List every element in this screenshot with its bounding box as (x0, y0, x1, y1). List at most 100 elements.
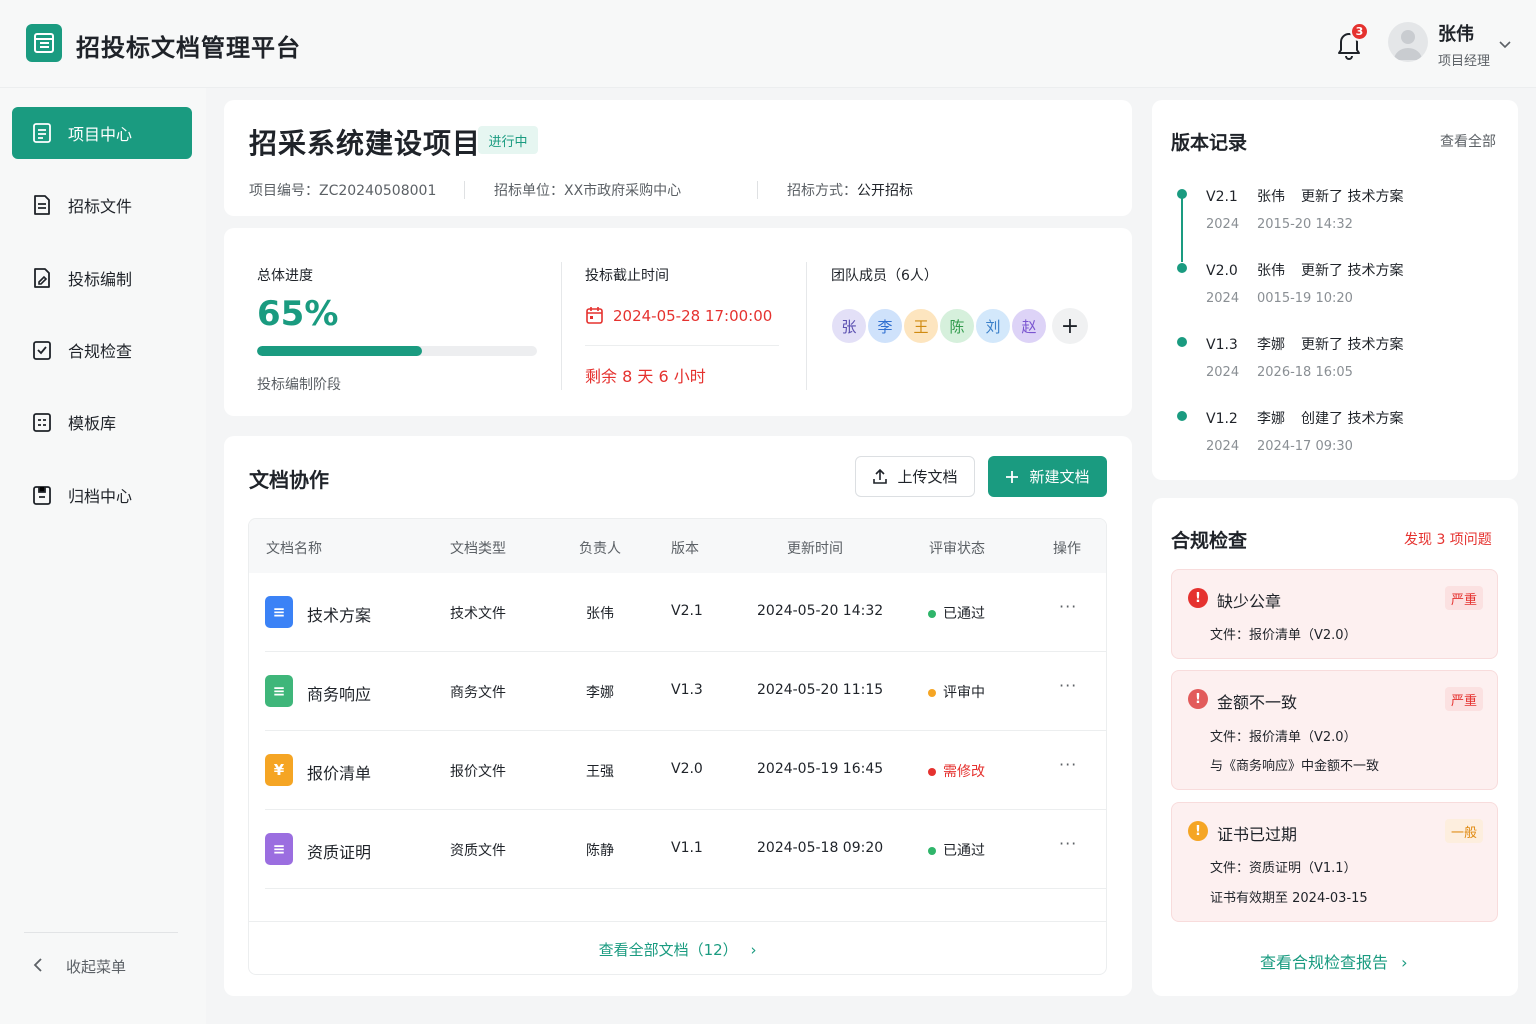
avatar[interactable]: 张 (830, 307, 868, 345)
more-actions-icon[interactable]: ··· (1059, 597, 1077, 616)
avatar[interactable]: 赵 (1010, 307, 1048, 345)
version-entry[interactable]: V2.0 张伟 更新了 技术方案 (1206, 260, 1403, 280)
time-remaining: 剩余 8 天 6 小时 (585, 367, 706, 386)
issue-detail: 文件：报价清单（V2.0） (1210, 628, 1357, 643)
document-icon: ≡ (265, 596, 293, 628)
table-row[interactable]: ≡ 商务响应 商务文件 李娜 V1.3 2024-05-20 11:15 评审中… (265, 652, 1106, 731)
version-number: V2.0 (1206, 263, 1238, 279)
user-name[interactable]: 张伟 (1438, 20, 1474, 46)
sidebar-item-archive[interactable]: 归档中心 (12, 469, 192, 521)
tender-org: 招标单位：XX市政府采购中心 (494, 180, 681, 200)
version-entry[interactable]: V1.2 李娜 创建了 技术方案 (1206, 408, 1403, 428)
version-entry[interactable]: V1.3 李娜 更新了 技术方案 (1206, 334, 1403, 354)
project-stage: 投标编制阶段 (257, 377, 341, 393)
upload-document-label: 上传文档 (897, 468, 958, 486)
review-status: 已通过 (928, 840, 985, 860)
avatar[interactable]: 陈 (938, 307, 976, 345)
sidebar-item-label: 归档中心 (68, 487, 133, 506)
issue-detail: 文件：报价清单（V2.0） (1210, 730, 1357, 745)
view-all-versions-link[interactable]: 查看全部 (1440, 131, 1496, 151)
deadline-label: 投标截止时间 (585, 268, 669, 284)
team-label: 团队成员（6人） (831, 268, 938, 284)
sidebar: 项目中心 招标文件 投标编制 合规检查 模板库 归档中心 收起菜单 (0, 88, 206, 1024)
divider (806, 262, 807, 390)
review-status: 评审中 (928, 682, 985, 702)
tender-doc-icon (30, 193, 54, 217)
sidebar-item-project-center[interactable]: 项目中心 (12, 107, 192, 159)
version-datetime: 0015-19 10:20 (1257, 291, 1353, 306)
avatar[interactable]: 李 (866, 307, 904, 345)
document-owner: 陈静 (586, 843, 614, 859)
status-dot-icon (928, 847, 936, 855)
add-member-button[interactable]: + (1052, 308, 1088, 344)
more-actions-icon[interactable]: ··· (1059, 676, 1077, 695)
status-badge: 进行中 (478, 126, 538, 154)
user-avatar[interactable] (1388, 22, 1428, 62)
column-header: 评审状态 (929, 541, 985, 557)
version-time: 2024 0015-19 10:20 (1206, 291, 1353, 306)
progress-value: 65% (257, 294, 339, 334)
compliance-report-link[interactable]: 查看合规检查报告 › (1260, 949, 1408, 973)
chevron-right-icon: › (1401, 953, 1408, 972)
version-action: 更新了 技术方案 (1301, 337, 1404, 353)
table-row[interactable]: ≡ 技术方案 技术文件 张伟 V2.1 2024-05-20 14:32 已通过… (265, 573, 1106, 652)
app-logo-icon (26, 24, 62, 62)
version-user: 李娜 (1257, 411, 1285, 427)
document-icon: ≡ (265, 833, 293, 865)
avatar[interactable]: 王 (902, 307, 940, 345)
new-document-button[interactable]: 新建文档 (988, 456, 1107, 497)
sidebar-item-compliance[interactable]: 合规检查 (12, 324, 192, 376)
more-actions-icon[interactable]: ··· (1059, 755, 1077, 774)
more-actions-icon[interactable]: ··· (1059, 834, 1077, 853)
compliance-issue[interactable]: ! 证书已过期 一般 文件：资质证明（V1.1） 证书有效期至 2024-03-… (1171, 802, 1498, 922)
view-all-documents-label: 查看全部文档（12） (598, 941, 738, 959)
upload-document-button[interactable]: 上传文档 (855, 456, 975, 497)
version-time: 2024 2015-20 14:32 (1206, 217, 1353, 232)
column-header: 版本 (671, 541, 699, 557)
sidebar-item-tender-docs[interactable]: 招标文件 (12, 179, 192, 231)
version-datetime: 2026-18 16:05 (1257, 365, 1353, 380)
archive-icon (30, 483, 54, 507)
document-owner: 李娜 (586, 685, 614, 701)
avatar[interactable]: 刘 (974, 307, 1012, 345)
timeline-line (1181, 194, 1183, 262)
tender-method: 招标方式：公开招标 (787, 180, 913, 200)
tender-method-label: 招标方式： (787, 183, 857, 199)
compliance-issue[interactable]: ! 金额不一致 严重 文件：报价清单（V2.0） 与《商务响应》中金额不一致 (1171, 670, 1498, 790)
document-version: V2.1 (671, 603, 703, 619)
document-name[interactable]: 商务响应 (307, 681, 371, 705)
compliance-report-label: 查看合规检查报告 (1260, 953, 1389, 972)
chevron-down-icon[interactable] (1498, 36, 1512, 50)
sidebar-item-bid-edit[interactable]: 投标编制 (12, 252, 192, 304)
document-updated: 2024-05-19 16:45 (757, 761, 884, 777)
column-header: 文档类型 (450, 541, 506, 557)
document-icon: ¥ (265, 754, 293, 786)
issue-detail: 与《商务响应》中金额不一致 (1210, 759, 1380, 774)
new-document-label: 新建文档 (1029, 468, 1090, 486)
table-row[interactable]: ¥ 报价清单 报价文件 王强 V2.0 2024-05-19 16:45 需修改… (265, 731, 1106, 810)
document-name[interactable]: 技术方案 (307, 602, 371, 626)
document-name[interactable]: 报价清单 (307, 760, 371, 784)
document-updated: 2024-05-18 09:20 (757, 840, 884, 856)
status-dot-icon (928, 689, 936, 697)
document-name[interactable]: 资质证明 (307, 839, 371, 863)
view-all-documents-link[interactable]: 查看全部文档（12） › (249, 939, 1106, 960)
document-version: V1.1 (671, 840, 703, 856)
deadline: 2024-05-28 17:00:00 (585, 306, 772, 325)
document-type: 资质文件 (450, 843, 506, 859)
document-owner: 王强 (586, 764, 614, 780)
divider (585, 345, 779, 346)
divider (249, 921, 1106, 922)
project-title: 招采系统建设项目 (249, 127, 482, 160)
document-version: V2.0 (671, 761, 703, 777)
version-year: 2024 (1206, 217, 1240, 232)
sidebar-item-templates[interactable]: 模板库 (12, 396, 192, 448)
version-year: 2024 (1206, 439, 1240, 454)
version-entry[interactable]: V2.1 张伟 更新了 技术方案 (1206, 186, 1403, 206)
table-row[interactable]: ≡ 资质证明 资质文件 陈静 V1.1 2024-05-18 09:20 已通过… (265, 810, 1106, 889)
version-time: 2024 2026-18 16:05 (1206, 365, 1353, 380)
compliance-issue[interactable]: ! 缺少公章 严重 文件：报价清单（V2.0） (1171, 569, 1498, 659)
review-status-label: 已通过 (943, 843, 985, 859)
collapse-menu-label: 收起菜单 (66, 958, 127, 976)
collapse-menu-button[interactable]: 收起菜单 (32, 956, 126, 977)
